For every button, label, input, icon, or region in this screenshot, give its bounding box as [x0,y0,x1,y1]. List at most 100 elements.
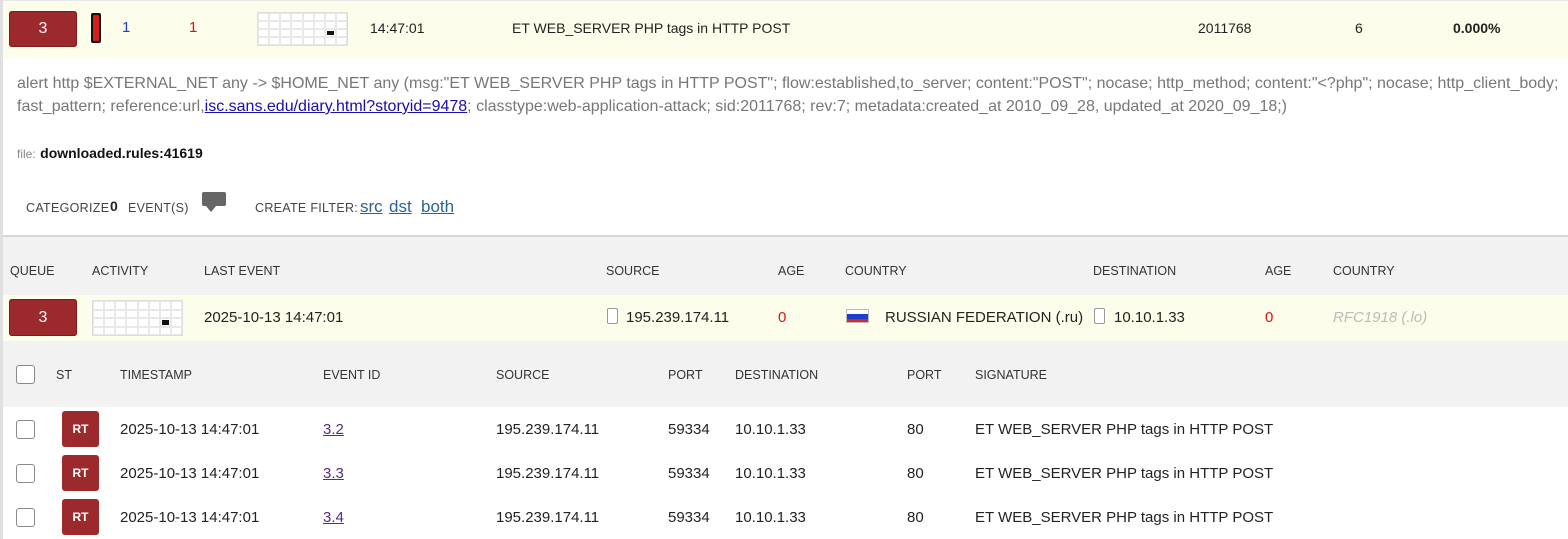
activity-cell [104,326,116,335]
event-destination-ip: 10.10.1.33 [735,465,806,482]
status-badge[interactable]: RT [62,499,99,535]
status-badge[interactable]: RT [62,411,99,447]
event-checkbox[interactable] [16,420,35,439]
activity-cell [137,301,149,310]
event-id-link[interactable]: 3.4 [323,509,344,526]
activity-cell [126,318,138,327]
activity-cell [126,301,138,310]
event-destination-port: 80 [907,465,924,482]
activity-cell [126,326,138,335]
destination-count[interactable]: 1 [189,19,197,36]
file-value: downloaded.rules:41619 [40,145,203,161]
event-checkbox[interactable] [16,464,35,483]
col-last-event: LAST EVENT [204,264,281,278]
activity-cell [313,29,325,37]
event-source-ip: 195.239.174.11 [496,421,600,438]
activity-cell [280,21,292,29]
activity-cell [93,318,105,327]
summary-destination-ip[interactable]: 10.10.1.33 [1114,309,1185,326]
activity-cell [93,309,105,318]
destination-ip-checkbox-icon[interactable] [1094,308,1105,324]
activity-cell [313,37,325,45]
status-badge[interactable]: RT [62,455,99,491]
activity-cell [324,29,336,37]
reference-link[interactable]: isc.sans.edu/diary.html?storyid=9478 [205,98,468,115]
event-timestamp: 2025-10-13 14:47:01 [120,465,260,482]
comment-icon[interactable] [202,192,226,212]
col-st: ST [56,368,72,382]
activity-cell [115,309,127,318]
activity-cell [335,29,347,37]
activity-cell [115,301,127,310]
summary-source-country: RUSSIAN FEDERATION (.ru) [885,309,1084,326]
filter-src-link[interactable]: src [360,197,383,217]
activity-cell [104,318,116,327]
source-count[interactable]: 1 [122,19,130,36]
activity-cell [269,37,281,45]
activity-cell [170,301,182,310]
filter-dst-link[interactable]: dst [389,197,412,217]
activity-cell [258,29,270,37]
activity-cell [137,318,149,327]
col-signature: SIGNATURE [975,368,1047,382]
activity-cell [170,309,182,318]
activity-cell [258,21,270,29]
categorize-label: CATEGORIZE [26,201,110,215]
activity-cell [302,29,314,37]
last-event-time: 14:47:01 [370,20,425,36]
activity-cell [137,326,149,335]
event-source-port: 59334 [668,465,710,482]
col-dst-port: PORT [907,368,942,382]
severity-indicator [91,13,101,43]
event-signature: ET WEB_SERVER PHP tags in HTTP POST [975,509,1274,526]
activity-cell [115,318,127,327]
summary-activity-grid [92,300,183,336]
rule-text-after: ; classtype:web-application-attack; sid:… [467,98,1288,115]
summary-source-ip[interactable]: 195.239.174.11 [626,309,729,326]
activity-cell [93,326,105,335]
col-destination: DESTINATION [1093,264,1177,278]
queue-button[interactable]: 3 [9,11,77,47]
col-source: SOURCE [606,264,660,278]
summary-last-event: 2025-10-13 14:47:01 [204,309,344,326]
activity-cell [335,21,347,29]
activity-cell [104,309,116,318]
event-id-link[interactable]: 3.3 [323,465,344,482]
activity-cell [291,29,303,37]
categorize-count: 0 [110,198,118,214]
alert-signature[interactable]: ET WEB_SERVER PHP tags in HTTP POST [512,20,790,36]
activity-cell [258,37,270,45]
activity-cell [302,37,314,45]
summary-destination-country: RFC1918 (.lo) [1333,309,1428,326]
select-all-checkbox[interactable] [16,365,35,384]
event-signature: ET WEB_SERVER PHP tags in HTTP POST [975,465,1274,482]
signature-id: 2011768 [1198,20,1252,36]
col-activity: ACTIVITY [92,264,149,278]
event-source-port: 59334 [668,421,710,438]
activity-cell [269,21,281,29]
activity-cell [159,309,171,318]
summary-queue-button[interactable]: 3 [9,299,77,336]
summary-destination-age: 0 [1265,309,1274,326]
create-filter-label: CREATE FILTER: [255,201,359,215]
event-id-link[interactable]: 3.2 [323,421,344,438]
activity-cell [159,301,171,310]
event-checkbox[interactable] [16,508,35,527]
source-ip-checkbox-icon[interactable] [607,308,618,324]
activity-cell [269,29,281,37]
filter-both-link[interactable]: both [421,197,454,217]
event-source-port: 59334 [668,509,710,526]
activity-cell [313,13,325,21]
summary-source-age: 0 [778,309,787,326]
event-destination-port: 80 [907,421,924,438]
activity-cell [291,13,303,21]
event-destination-ip: 10.10.1.33 [735,509,806,526]
activity-cell [148,326,160,335]
activity-cell [280,37,292,45]
activity-cell [93,301,105,310]
activity-cell [148,301,160,310]
col-country: COUNTRY [845,264,907,278]
col-event-destination: DESTINATION [735,368,819,382]
event-destination-port: 80 [907,509,924,526]
activity-cell [280,13,292,21]
